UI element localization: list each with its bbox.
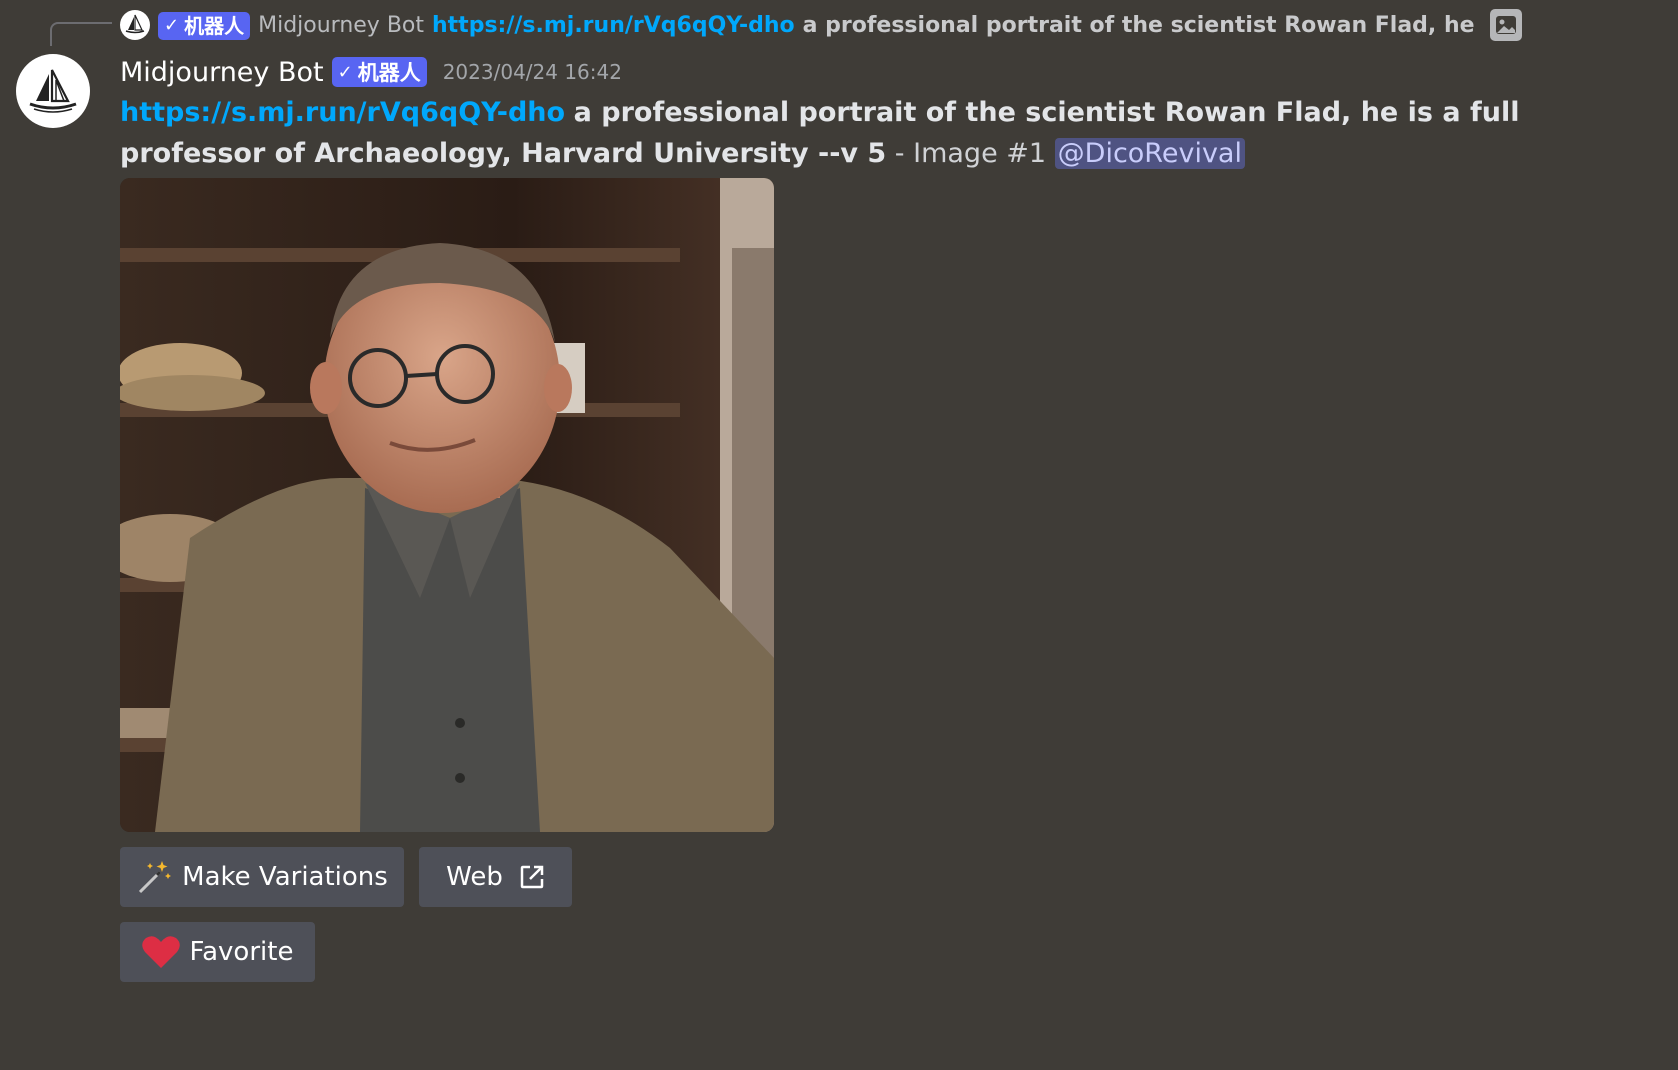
red-heart-icon — [141, 935, 180, 969]
reply-connector — [50, 22, 112, 46]
bot-tag-label: 机器人 — [357, 61, 421, 85]
web-label: Web — [446, 862, 503, 892]
make-variations-button[interactable]: Make Variations — [120, 847, 404, 907]
generated-image[interactable] — [120, 178, 774, 832]
user-mention[interactable]: @DicoRevival — [1054, 138, 1245, 169]
verified-check-icon: ✓ — [164, 15, 180, 36]
bot-tag-label: 机器人 — [184, 14, 245, 38]
reply-preview[interactable]: ✓ 机器人 Midjourney Bot https://s.mj.run/rV… — [0, 0, 1540, 50]
prompt-link[interactable]: https://s.mj.run/rVq6qQY-dho — [120, 97, 565, 128]
midjourney-sailboat-icon — [29, 69, 77, 113]
reply-content[interactable]: ✓ 机器人 Midjourney Bot https://s.mj.run/rV… — [158, 10, 1480, 42]
bot-tag: ✓ 机器人 — [158, 12, 251, 40]
reply-text: a professional portrait of the scientist… — [802, 13, 1480, 38]
image-glyph — [1496, 16, 1516, 34]
verified-check-icon: ✓ — [337, 61, 353, 83]
avatar[interactable] — [16, 54, 90, 128]
reply-author[interactable]: Midjourney Bot — [258, 10, 424, 42]
bot-tag: ✓ 机器人 — [331, 57, 427, 87]
reply-avatar[interactable] — [120, 10, 150, 40]
magic-wand-icon — [136, 859, 172, 895]
username[interactable]: Midjourney Bot — [120, 57, 324, 88]
message-content: https://s.mj.run/rVq6qQY-dho a professio… — [120, 92, 1540, 174]
favorite-label: Favorite — [189, 937, 294, 967]
image-number: - Image #1 — [886, 138, 1055, 169]
web-button[interactable]: Web — [419, 847, 572, 907]
favorite-button[interactable]: Favorite — [120, 922, 315, 982]
make-variations-label: Make Variations — [182, 862, 388, 892]
image-icon[interactable] — [1490, 9, 1522, 41]
reply-link[interactable]: https://s.mj.run/rVq6qQY-dho — [432, 10, 795, 42]
message-header: Midjourney Bot ✓ 机器人 2023/04/24 16:42 — [120, 54, 622, 90]
timestamp[interactable]: 2023/04/24 16:42 — [443, 60, 622, 84]
external-link-icon — [519, 864, 545, 890]
portrait-illustration — [120, 178, 774, 832]
midjourney-sailboat-icon — [125, 14, 145, 34]
